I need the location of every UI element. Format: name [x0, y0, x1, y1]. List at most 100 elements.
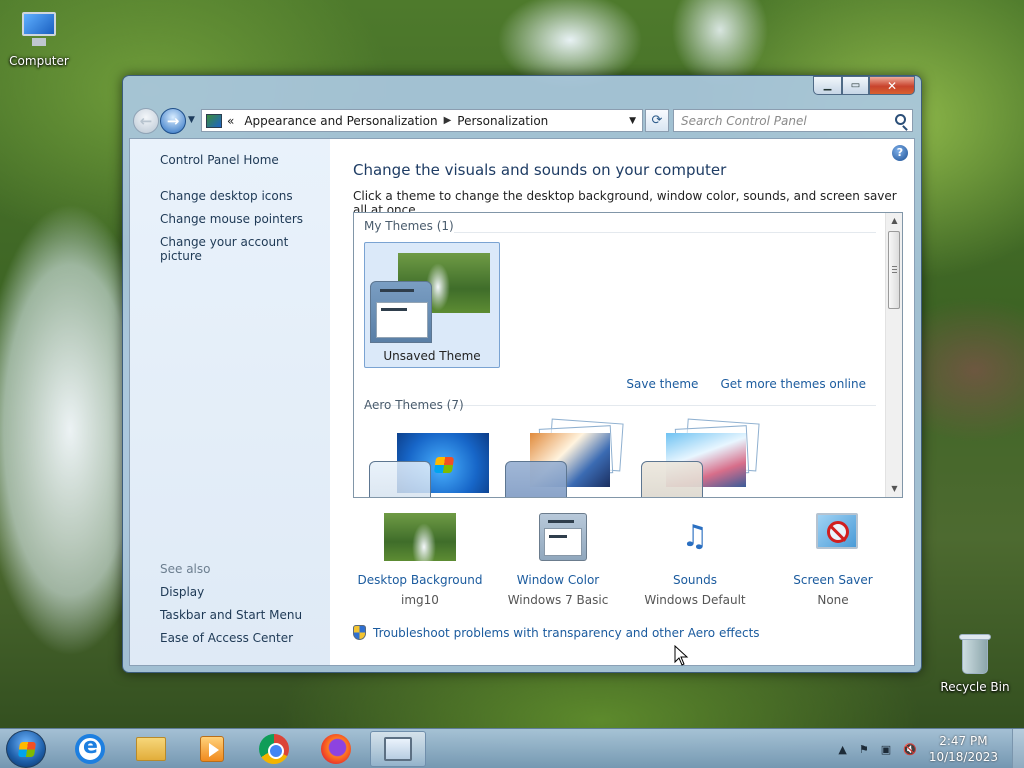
sidebar-link-taskbar[interactable]: Taskbar and Start Menu [160, 608, 302, 622]
breadcrumb-overflow[interactable]: « [227, 114, 234, 128]
window-color-preview [369, 461, 431, 497]
maximize-icon: ▭ [850, 80, 861, 91]
sidebar: Control Panel Home Change desktop icons … [130, 139, 330, 665]
volume-muted-icon[interactable]: 🔇 [903, 743, 917, 756]
troubleshoot-link[interactable]: Troubleshoot problems with transparency … [353, 625, 760, 640]
window-controls: ▁ ▭ ✕ [813, 76, 915, 95]
control-panel-icon [384, 737, 412, 761]
sidebar-link-account-picture[interactable]: Change your account picture [160, 235, 330, 263]
sidebar-link-control-panel-home[interactable]: Control Panel Home [160, 153, 279, 167]
window-color-preview [641, 461, 703, 497]
close-button[interactable]: ✕ [869, 76, 915, 95]
show-desktop-button[interactable] [1012, 729, 1024, 768]
system-tray: ▲ ⚑ ▣ 🔇 2:47 PM 10/18/2023 [838, 729, 1024, 768]
sidebar-link-desktop-icons[interactable]: Change desktop icons [160, 189, 293, 203]
search-input[interactable]: Search Control Panel [673, 109, 913, 132]
setting-label[interactable]: Window Color [488, 573, 628, 587]
file-explorer-icon [136, 737, 166, 761]
screen-saver-icon [816, 513, 858, 549]
firefox-icon [321, 734, 351, 764]
taskbar-file-explorer[interactable] [123, 731, 179, 767]
show-hidden-icons-icon[interactable]: ▲ [838, 743, 846, 756]
mouse-cursor-icon [674, 645, 689, 666]
themes-list[interactable]: My Themes (1) Unsaved Theme Save theme G… [353, 212, 903, 498]
get-more-themes-link[interactable]: Get more themes online [720, 377, 866, 391]
sounds-setting[interactable]: ♫ Sounds Windows Default [625, 513, 765, 607]
help-icon[interactable]: ? [892, 145, 908, 161]
desktop-background-setting[interactable]: Desktop Background img10 [350, 513, 490, 607]
minimize-button[interactable]: ▁ [813, 76, 842, 95]
scroll-up-icon[interactable]: ▲ [886, 213, 902, 229]
sounds-icon: ♫ [681, 519, 709, 554]
setting-value: Windows 7 Basic [507, 593, 609, 607]
desktop-icon-label: Recycle Bin [940, 680, 1010, 694]
desktop-background-icon [384, 513, 456, 561]
refresh-icon: ⟳ [651, 113, 663, 128]
theme-architecture[interactable] [500, 418, 636, 497]
page-title: Change the visuals and sounds on your co… [353, 161, 727, 179]
main-panel: ? Change the visuals and sounds on your … [330, 139, 914, 665]
taskbar-chrome[interactable] [246, 731, 302, 767]
search-placeholder: Search Control Panel [681, 114, 807, 128]
taskbar-control-panel[interactable] [370, 731, 426, 767]
window-color-icon [539, 513, 587, 561]
navigation-bar: ← → ▼ « Appearance and Personalization ▶… [129, 106, 915, 134]
themes-scrollbar[interactable]: ▲ ▼ [885, 213, 902, 497]
search-icon[interactable] [895, 114, 906, 125]
taskbar-internet-explorer[interactable] [62, 731, 118, 767]
taskbar-firefox[interactable] [308, 731, 364, 767]
group-label-aero-themes: Aero Themes (7) [364, 398, 464, 412]
shield-icon [353, 625, 366, 640]
internet-explorer-icon [75, 734, 105, 764]
breadcrumb-separator-icon[interactable]: ▶ [444, 115, 452, 126]
desktop-icon-recycle-bin[interactable]: Recycle Bin [937, 632, 1013, 694]
setting-value: None [817, 593, 849, 607]
network-icon[interactable]: ▣ [881, 743, 891, 756]
desktop-icon-computer[interactable]: Computer [1, 10, 77, 68]
sidebar-link-display[interactable]: Display [160, 585, 204, 599]
setting-label[interactable]: Screen Saver [763, 573, 903, 587]
taskbar-media-player[interactable] [184, 731, 240, 767]
group-label-my-themes: My Themes (1) [364, 219, 454, 233]
window-color-setting[interactable]: Window Color Windows 7 Basic [488, 513, 628, 607]
breadcrumb-personalization[interactable]: Personalization [457, 114, 548, 128]
content-area: Control Panel Home Change desktop icons … [129, 138, 915, 666]
setting-value: img10 [401, 593, 439, 607]
theme-name: Unsaved Theme [383, 349, 481, 363]
scroll-down-icon[interactable]: ▼ [886, 481, 902, 497]
recycle-bin-icon [958, 632, 992, 676]
address-dropdown-icon[interactable]: ▼ [629, 116, 636, 126]
recent-pages-dropdown[interactable]: ▼ [188, 115, 195, 125]
sidebar-link-ease-of-access[interactable]: Ease of Access Center [160, 631, 293, 645]
computer-icon [18, 10, 60, 50]
window-color-preview [505, 461, 567, 497]
setting-label[interactable]: Desktop Background [350, 573, 490, 587]
screen-saver-setting[interactable]: Screen Saver None [763, 513, 903, 607]
back-button[interactable]: ← [133, 108, 159, 134]
forward-button[interactable]: → [160, 108, 186, 134]
theme-links: Save theme Get more themes online [626, 377, 866, 391]
setting-label[interactable]: Sounds [625, 573, 765, 587]
scroll-thumb[interactable] [888, 231, 900, 309]
theme-windows-7[interactable] [364, 423, 500, 497]
forward-arrow-icon: → [166, 112, 180, 130]
clock-time: 2:47 PM [939, 734, 988, 748]
refresh-button[interactable]: ⟳ [645, 109, 669, 132]
breadcrumb-appearance[interactable]: Appearance and Personalization [244, 114, 437, 128]
clock[interactable]: 2:47 PM 10/18/2023 [929, 733, 998, 765]
maximize-button[interactable]: ▭ [842, 76, 869, 95]
media-player-icon [200, 736, 224, 762]
theme-unsaved[interactable]: Unsaved Theme [364, 242, 500, 368]
clock-date: 10/18/2023 [928, 750, 998, 764]
theme-settings: Desktop Background img10 Window Color Wi… [353, 513, 913, 613]
sidebar-link-mouse-pointers[interactable]: Change mouse pointers [160, 212, 303, 226]
start-button[interactable] [6, 730, 46, 768]
address-bar[interactable]: « Appearance and Personalization ▶ Perso… [201, 109, 643, 132]
action-center-icon[interactable]: ⚑ [859, 743, 869, 756]
theme-characters[interactable] [636, 418, 772, 497]
desktop-icon-label: Computer [9, 54, 69, 68]
window-color-preview [370, 281, 432, 343]
back-arrow-icon: ← [139, 112, 153, 130]
troubleshoot-label[interactable]: Troubleshoot problems with transparency … [373, 626, 760, 640]
save-theme-link[interactable]: Save theme [626, 377, 698, 391]
